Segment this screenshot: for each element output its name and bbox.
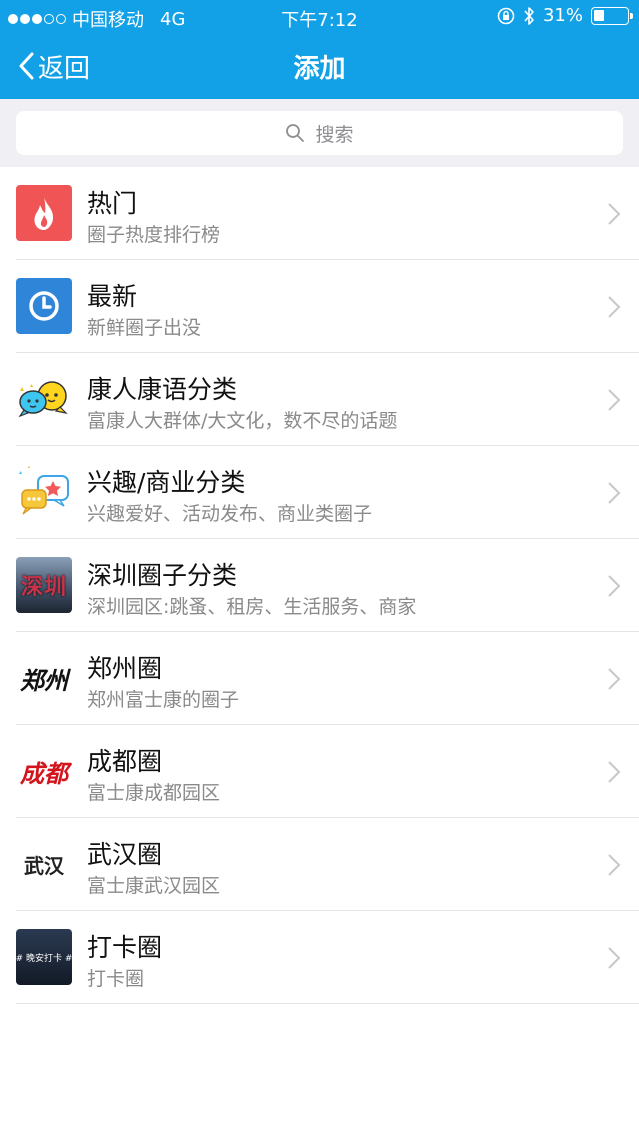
list-item-checkin[interactable]: # 晚安打卡 # 打卡圈 打卡圈	[0, 911, 639, 1004]
chevron-right-icon	[608, 482, 621, 504]
rotation-lock-icon	[497, 7, 515, 24]
checkin-icon-text: # 晚安打卡 #	[16, 953, 72, 964]
item-subtitle: 打卡圈	[87, 968, 145, 990]
category-list: 热门 圈子热度排行榜 最新 新鲜圈子出没 康人康语分类 富康人大群体/大文化，数…	[0, 167, 639, 1004]
chevron-right-icon	[608, 854, 621, 876]
list-item-wuhan[interactable]: 武汉 武汉圈 富士康武汉园区	[0, 818, 639, 911]
battery-percent: 31%	[542, 5, 583, 26]
search-input[interactable]: 搜索	[16, 111, 623, 155]
chevron-right-icon	[608, 203, 621, 225]
item-title: 成都圈	[87, 747, 163, 776]
list-item-hot[interactable]: 热门 圈子热度排行榜	[0, 167, 639, 260]
battery-level	[594, 9, 604, 21]
list-item-shenzhen-category[interactable]: 深圳 深圳圈子分类 深圳园区:跳蚤、租房、生活服务、商家	[0, 539, 639, 632]
page-title: 添加	[293, 54, 346, 84]
wuhan-calligraphy-icon: 武汉	[16, 836, 72, 892]
item-subtitle: 新鲜圈子出没	[87, 317, 202, 339]
item-subtitle: 富士康成都园区	[87, 782, 221, 804]
checkin-icon: # 晚安打卡 #	[16, 929, 72, 985]
page: 中国移动 4G 下午7:12 31% 返回 添加 搜索 热门 圈子热度排行榜 最…	[0, 0, 639, 1136]
item-title: 武汉圈	[87, 840, 163, 869]
chevron-right-icon	[608, 575, 621, 597]
chat-bubbles-icon	[16, 464, 72, 520]
item-title: 热门	[87, 189, 138, 218]
bluetooth-icon	[524, 6, 534, 25]
item-subtitle: 兴趣爱好、活动发布、商业类圈子	[87, 503, 373, 525]
flame-icon	[16, 185, 72, 241]
item-title: 兴趣/商业分类	[87, 468, 246, 497]
item-title: 深圳圈子分类	[87, 561, 238, 590]
search-area: 搜索	[0, 99, 639, 167]
item-title: 郑州圈	[87, 654, 163, 683]
header: 中国移动 4G 下午7:12 31% 返回 添加	[0, 0, 639, 99]
shenzhen-icon-text: 深圳	[20, 574, 67, 600]
back-button[interactable]: 返回	[18, 46, 90, 86]
search-placeholder: 搜索	[315, 123, 354, 146]
list-item-interest-business-category[interactable]: 兴趣/商业分类 兴趣爱好、活动发布、商业类圈子	[0, 446, 639, 539]
list-item-chengdu[interactable]: 成都 成都圈 富士康成都园区	[0, 725, 639, 818]
item-subtitle: 郑州富士康的圈子	[87, 689, 240, 711]
status-right: 31%	[497, 5, 633, 26]
list-item-kangren-category[interactable]: 康人康语分类 富康人大群体/大文化，数不尽的话题	[0, 353, 639, 446]
chevron-right-icon	[608, 761, 621, 783]
wuhan-icon-text: 武汉	[24, 853, 64, 878]
battery-icon	[591, 6, 633, 25]
zhengzhou-calligraphy-icon: 郑州	[16, 650, 72, 706]
item-subtitle: 富康人大群体/大文化，数不尽的话题	[87, 410, 398, 432]
item-subtitle: 圈子热度排行榜	[87, 224, 221, 246]
status-bar: 中国移动 4G 下午7:12 31%	[0, 0, 639, 34]
chengdu-calligraphy-icon: 成都	[16, 743, 72, 799]
list-item-latest[interactable]: 最新 新鲜圈子出没	[0, 260, 639, 353]
chengdu-icon-text: 成都	[20, 758, 68, 788]
item-title: 康人康语分类	[87, 375, 238, 404]
chevron-right-icon	[608, 296, 621, 318]
list-item-zhengzhou[interactable]: 郑州 郑州圈 郑州富士康的圈子	[0, 632, 639, 725]
search-icon	[286, 124, 305, 142]
item-title: 最新	[87, 282, 138, 311]
item-subtitle: 富士康武汉园区	[87, 875, 221, 897]
chevron-right-icon	[608, 668, 621, 690]
clock-icon	[16, 278, 72, 334]
back-label: 返回	[38, 53, 91, 84]
item-subtitle: 深圳园区:跳蚤、租房、生活服务、商家	[87, 596, 417, 618]
item-title: 打卡圈	[87, 933, 163, 962]
chevron-right-icon	[608, 389, 621, 411]
chevron-left-icon	[19, 52, 34, 80]
chevron-right-icon	[608, 947, 621, 969]
zhengzhou-icon-text: 郑州	[20, 665, 68, 695]
chat-faces-icon	[16, 371, 72, 427]
shenzhen-icon: 深圳	[16, 557, 72, 613]
